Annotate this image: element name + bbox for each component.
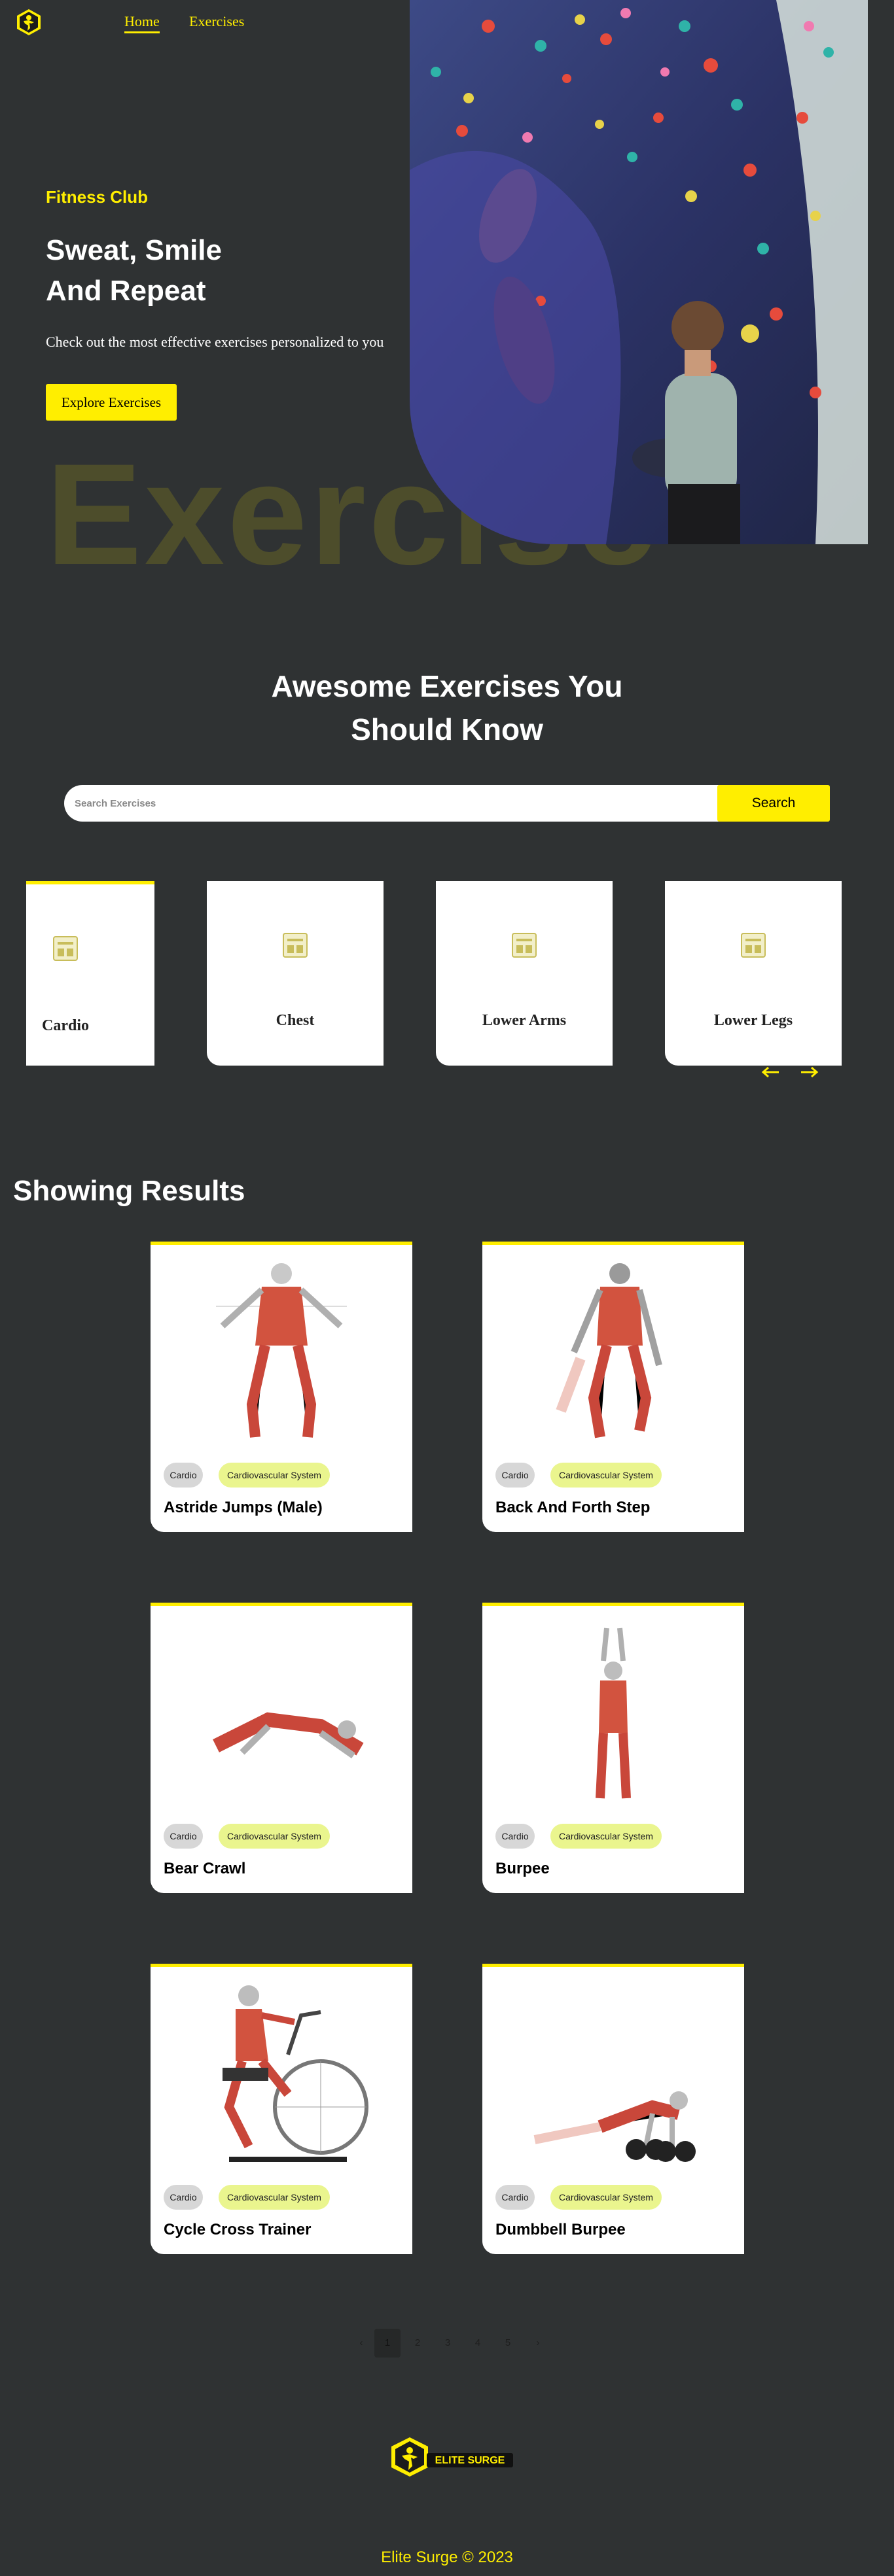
hero-subtitle: Fitness Club xyxy=(46,187,149,207)
exercise-name: Cycle Cross Trainer xyxy=(164,2221,312,2238)
body-part-label: Chest xyxy=(276,1012,315,1029)
body-part-card-chest[interactable]: Chest xyxy=(207,881,384,1066)
gym-icon xyxy=(53,936,78,961)
pagination-page-4[interactable]: 4 xyxy=(465,2329,491,2358)
body-part-pill[interactable]: Cardio xyxy=(495,1463,535,1488)
pagination-next-button[interactable]: › xyxy=(525,2329,551,2358)
search-button[interactable]: Search xyxy=(717,785,830,822)
target-pill[interactable]: Cardiovascular System xyxy=(550,1463,662,1488)
target-pill[interactable]: Cardiovascular System xyxy=(219,1824,330,1849)
copyright-text: Elite Surge © 2023 xyxy=(381,2549,513,2566)
pagination: ‹ 1 2 3 4 5 › xyxy=(348,2329,558,2358)
nav-home-link[interactable]: Home xyxy=(124,13,160,33)
pagination-page-2[interactable]: 2 xyxy=(404,2329,431,2358)
hero-title: Sweat, Smile And Repeat xyxy=(46,230,222,311)
exercise-card[interactable]: Cardio Cardiovascular System Dumbbell Bu… xyxy=(482,1964,744,2254)
exercise-card[interactable]: Cardio Cardiovascular System Burpee xyxy=(482,1603,744,1893)
exercise-illustration xyxy=(556,1263,662,1438)
exercises-section-title: Awesome Exercises You Should Know xyxy=(0,665,894,751)
hero-title-line1: Sweat, Smile xyxy=(46,234,223,266)
arrow-right-icon[interactable] xyxy=(800,1064,819,1081)
body-part-label: Lower Legs xyxy=(713,1012,793,1029)
exercise-illustration xyxy=(533,2091,696,2162)
body-part-label: Lower Arms xyxy=(482,1012,567,1029)
gym-icon xyxy=(741,933,766,958)
search-bar: Search xyxy=(64,785,830,822)
body-part-pill[interactable]: Cardio xyxy=(495,1824,535,1849)
body-part-card-lower-legs[interactable]: Lower Legs xyxy=(665,881,842,1066)
pagination-page-3[interactable]: 3 xyxy=(435,2329,461,2358)
gym-icon xyxy=(512,933,537,958)
exercise-card[interactable]: Cardio Cardiovascular System Cycle Cross… xyxy=(151,1964,412,2254)
target-pill[interactable]: Cardiovascular System xyxy=(550,1824,662,1849)
exercise-illustration xyxy=(223,1985,368,2162)
footer-logo: ELITE SURGE xyxy=(391,2437,513,2477)
exercise-name: Bear Crawl xyxy=(164,1860,246,1877)
exercise-illustration xyxy=(213,1712,364,1759)
exercise-illustration xyxy=(596,1627,631,1799)
navbar: Home Exercises xyxy=(0,0,406,50)
hero-description: Check out the most effective exercises p… xyxy=(46,334,384,350)
exercises-section-title-line2: Should Know xyxy=(351,712,543,746)
climbing-wall-photo xyxy=(410,0,868,544)
explore-exercises-button[interactable]: Explore Exercises xyxy=(46,384,177,421)
body-part-pill[interactable]: Cardio xyxy=(164,1463,203,1488)
target-pill[interactable]: Cardiovascular System xyxy=(219,2185,330,2210)
exercise-card[interactable]: Cardio Cardiovascular System Bear Crawl xyxy=(151,1603,412,1893)
exercise-card[interactable]: Cardio Cardiovascular System Astride Jum… xyxy=(151,1242,412,1532)
body-part-pill[interactable]: Cardio xyxy=(495,2185,535,2210)
body-part-pill[interactable]: Cardio xyxy=(164,1824,203,1849)
exercise-name: Back And Forth Step xyxy=(495,1499,651,1516)
exercise-name: Dumbbell Burpee xyxy=(495,2221,626,2238)
exercise-illustration xyxy=(216,1263,347,1438)
search-input[interactable] xyxy=(64,785,719,822)
exercise-name: Burpee xyxy=(495,1860,550,1877)
hero-title-line2: And Repeat xyxy=(46,275,206,307)
body-part-pill[interactable]: Cardio xyxy=(164,2185,203,2210)
exercises-section-title-line1: Awesome Exercises You xyxy=(271,669,623,703)
arrow-left-icon[interactable] xyxy=(760,1064,780,1081)
body-part-card-lower-arms[interactable]: Lower Arms xyxy=(436,881,613,1066)
target-pill[interactable]: Cardiovascular System xyxy=(550,2185,662,2210)
exercise-name: Astride Jumps (Male) xyxy=(164,1499,323,1516)
nav-exercises-link[interactable]: Exercises xyxy=(189,13,244,30)
gym-icon xyxy=(283,933,308,958)
pagination-prev-button[interactable]: ‹ xyxy=(348,2329,374,2358)
target-pill[interactable]: Cardiovascular System xyxy=(219,1463,330,1488)
pagination-page-1[interactable]: 1 xyxy=(374,2329,401,2358)
exercise-card[interactable]: Cardio Cardiovascular System Back And Fo… xyxy=(482,1242,744,1532)
results-title: Showing Results xyxy=(13,1175,245,1207)
footer-logo-text: ELITE SURGE xyxy=(435,2455,505,2466)
body-part-label: Cardio xyxy=(42,1017,89,1034)
hero-banner-image xyxy=(410,0,868,544)
logo-icon[interactable] xyxy=(14,8,43,37)
pagination-page-5[interactable]: 5 xyxy=(495,2329,521,2358)
body-part-card-cardio[interactable]: Cardio xyxy=(26,881,154,1066)
